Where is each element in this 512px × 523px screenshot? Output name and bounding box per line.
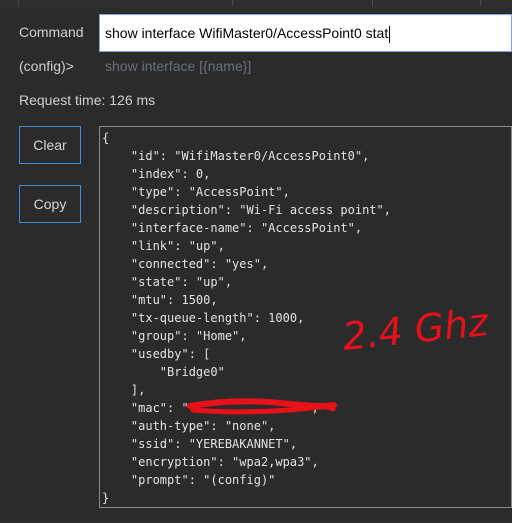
command-input-value: show interface WifiMaster0/AccessPoint0 … [105,25,389,41]
top-bar [0,0,512,8]
context-prompt: (config)> [19,58,74,74]
request-time: Request time: 126 ms [19,92,156,108]
top-bar-divider [372,0,373,6]
clear-button[interactable]: Clear [19,126,81,164]
command-hint: show interface [{name}] [105,58,252,74]
command-input[interactable]: show interface WifiMaster0/AccessPoint0 … [99,14,512,52]
output-panel[interactable]: { "id": "WifiMaster0/AccessPoint0", "ind… [99,126,512,508]
command-label: Command [19,24,84,40]
top-bar-divider [18,0,19,6]
copy-button[interactable]: Copy [19,185,81,223]
top-bar-divider [232,0,233,6]
text-caret [389,25,391,43]
output-json: { "id": "WifiMaster0/AccessPoint0", "ind… [102,131,391,505]
top-bar-divider [480,0,481,6]
